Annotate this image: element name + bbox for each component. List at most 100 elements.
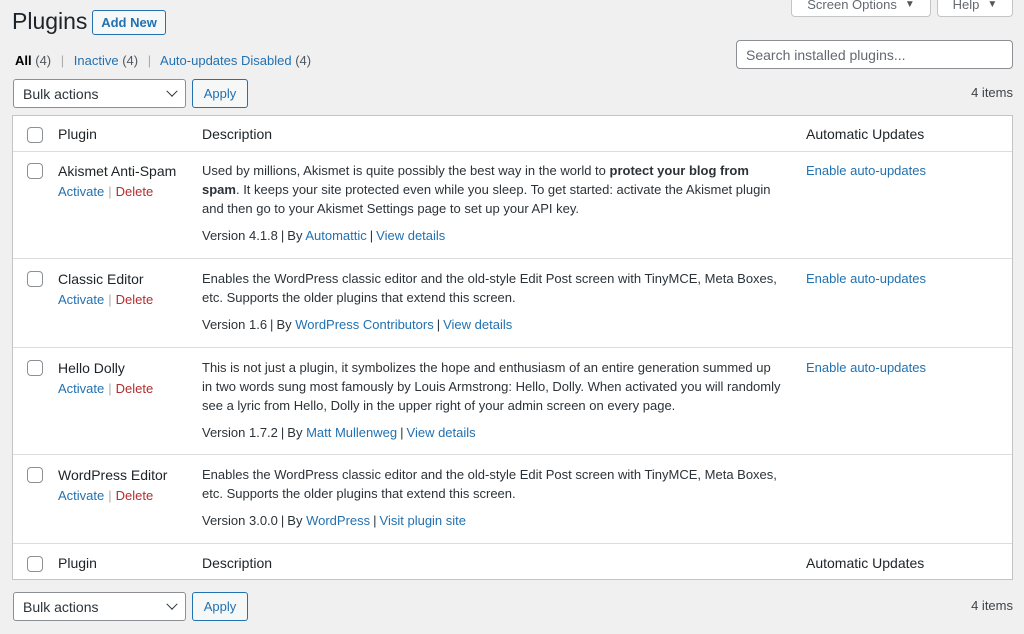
filter-separator: | (60, 53, 65, 68)
select-all-checkbox[interactable] (27, 127, 43, 143)
filter-inactive-count: (4) (122, 53, 139, 68)
table-footer: Plugin Description Automatic Updates (13, 544, 1012, 580)
bulk-actions-select-bottom[interactable]: Bulk actions (13, 592, 186, 621)
enable-auto-updates-link[interactable]: Enable auto-updates (806, 271, 926, 286)
add-new-button[interactable]: Add New (92, 10, 166, 35)
filter-auto-updates-disabled[interactable]: Auto-updates Disabled (160, 53, 292, 68)
separator: | (280, 228, 285, 243)
separator: | (436, 317, 441, 332)
delete-link[interactable]: Delete (116, 184, 154, 199)
search-input[interactable]: Search installed plugins... (736, 40, 1013, 69)
table-row: Hello Dolly Activate | Delete This is not … (13, 348, 1012, 455)
view-details-link[interactable]: View details (407, 425, 476, 440)
screen-options-button[interactable]: Screen Options ▼ (791, 0, 931, 17)
activate-link[interactable]: Activate (58, 292, 104, 307)
separator: | (108, 184, 112, 199)
plugin-version-line: Version 3.0.0 | By WordPress | Visit plugin … (202, 511, 782, 530)
plugin-name: Akismet Anti-Spam (58, 163, 177, 179)
activate-link[interactable]: Activate (58, 381, 104, 396)
caret-down-icon: ▼ (987, 0, 998, 10)
help-button[interactable]: Help ▼ (937, 0, 1013, 17)
plugin-status-filters: All (4) | Inactive (4) | Auto-updates Di… (15, 53, 311, 68)
bulk-actions-label: Bulk actions (23, 598, 99, 615)
description-text: . It keeps your site protected even whil… (202, 182, 771, 216)
chevron-down-icon (166, 598, 178, 610)
filter-separator: | (147, 53, 152, 68)
row-actions: Activate | Delete (58, 381, 153, 396)
separator: | (369, 228, 374, 243)
author-link[interactable]: WordPress Contributors (295, 317, 433, 332)
delete-link[interactable]: Delete (116, 381, 154, 396)
delete-link[interactable]: Delete (116, 488, 154, 503)
column-footer-automatic-updates: Automatic Updates (806, 555, 925, 571)
filter-inactive[interactable]: Inactive (74, 53, 119, 68)
description-bold: spam (202, 182, 236, 197)
separator: | (280, 425, 285, 440)
page-title: Plugins (12, 8, 88, 34)
separator: | (373, 513, 377, 528)
row-actions: Activate | Delete (58, 184, 153, 199)
filter-all-count: (4) (35, 53, 52, 68)
plugin-version-line: Version 1.7.2 | By Matt Mullenweg | View det… (202, 423, 782, 442)
column-footer-description: Description (202, 555, 273, 571)
plugins-table: Plugin Description Automatic Updates Aki… (12, 115, 1013, 580)
author-link[interactable]: Automattic (305, 228, 366, 243)
plugin-name: Classic Editor (58, 271, 144, 287)
items-count-bottom: 4 items (971, 598, 1013, 613)
bulk-actions-select[interactable]: Bulk actions (13, 79, 186, 108)
screen-options-label: Screen Options (807, 0, 897, 12)
column-header-plugin: Plugin (58, 126, 97, 142)
author-link[interactable]: WordPress (306, 513, 370, 528)
visit-plugin-site-link[interactable]: Visit plugin site (380, 513, 466, 528)
filter-auto-updates-disabled-count: (4) (295, 53, 312, 68)
enable-auto-updates-link[interactable]: Enable auto-updates (806, 163, 926, 178)
plugin-description: Used by millions, Akismet is quite possi… (202, 161, 782, 218)
plugin-checkbox[interactable] (27, 163, 43, 179)
help-label: Help (952, 0, 980, 12)
delete-link[interactable]: Delete (116, 292, 154, 307)
caret-down-icon: ▼ (904, 0, 915, 10)
plugin-description: This is not just a plugin, it symbolizes… (202, 360, 781, 413)
plugin-version: Version 4.1.8 (202, 228, 278, 243)
by-label: By (287, 425, 303, 440)
search-placeholder: Search installed plugins... (746, 46, 906, 63)
separator: | (108, 381, 112, 396)
by-label: By (287, 513, 303, 528)
bulk-actions-label: Bulk actions (23, 85, 99, 102)
plugin-version-line: Version 1.6 | By WordPress Contributors | Vi… (202, 315, 782, 334)
plugin-version: Version 1.6 (202, 317, 268, 332)
plugin-description: Enables the WordPress classic editor and… (202, 271, 777, 305)
column-header-description: Description (202, 126, 273, 142)
view-details-link[interactable]: View details (376, 228, 445, 243)
plugin-description: Enables the WordPress classic editor and… (202, 467, 777, 501)
column-header-automatic-updates: Automatic Updates (806, 126, 925, 142)
separator: | (108, 488, 112, 503)
plugin-name: Hello Dolly (58, 360, 125, 376)
row-actions: Activate | Delete (58, 488, 153, 503)
activate-link[interactable]: Activate (58, 184, 104, 199)
author-link[interactable]: Matt Mullenweg (306, 425, 397, 440)
plugin-version-line: Version 4.1.8 | By Automattic | View details (202, 226, 782, 245)
row-actions: Activate | Delete (58, 292, 153, 307)
description-text: Used by millions, Akismet is quite possi… (202, 163, 610, 178)
table-row: Classic Editor Activate | Delete Enables t… (13, 259, 1012, 348)
view-details-link[interactable]: View details (443, 317, 512, 332)
plugin-version: Version 3.0.0 (202, 513, 278, 528)
select-all-checkbox[interactable] (27, 556, 43, 572)
apply-button-bottom[interactable]: Apply (192, 592, 248, 621)
activate-link[interactable]: Activate (58, 488, 104, 503)
filter-all[interactable]: All (15, 53, 32, 68)
column-footer-plugin: Plugin (58, 555, 97, 571)
apply-button[interactable]: Apply (192, 79, 248, 108)
plugin-checkbox[interactable] (27, 467, 43, 483)
plugin-name: WordPress Editor (58, 467, 168, 483)
plugin-checkbox[interactable] (27, 271, 43, 287)
chevron-down-icon (166, 85, 178, 97)
enable-auto-updates-link[interactable]: Enable auto-updates (806, 360, 926, 375)
plugin-checkbox[interactable] (27, 360, 43, 376)
description-bold: protect your blog from (609, 163, 749, 178)
plugin-version: Version 1.7.2 (202, 425, 278, 440)
items-count: 4 items (971, 85, 1013, 100)
table-row: WordPress Editor Activate | Delete Enables… (13, 455, 1012, 544)
table-row: Akismet Anti-Spam Activate | Delete Used b… (13, 152, 1012, 259)
